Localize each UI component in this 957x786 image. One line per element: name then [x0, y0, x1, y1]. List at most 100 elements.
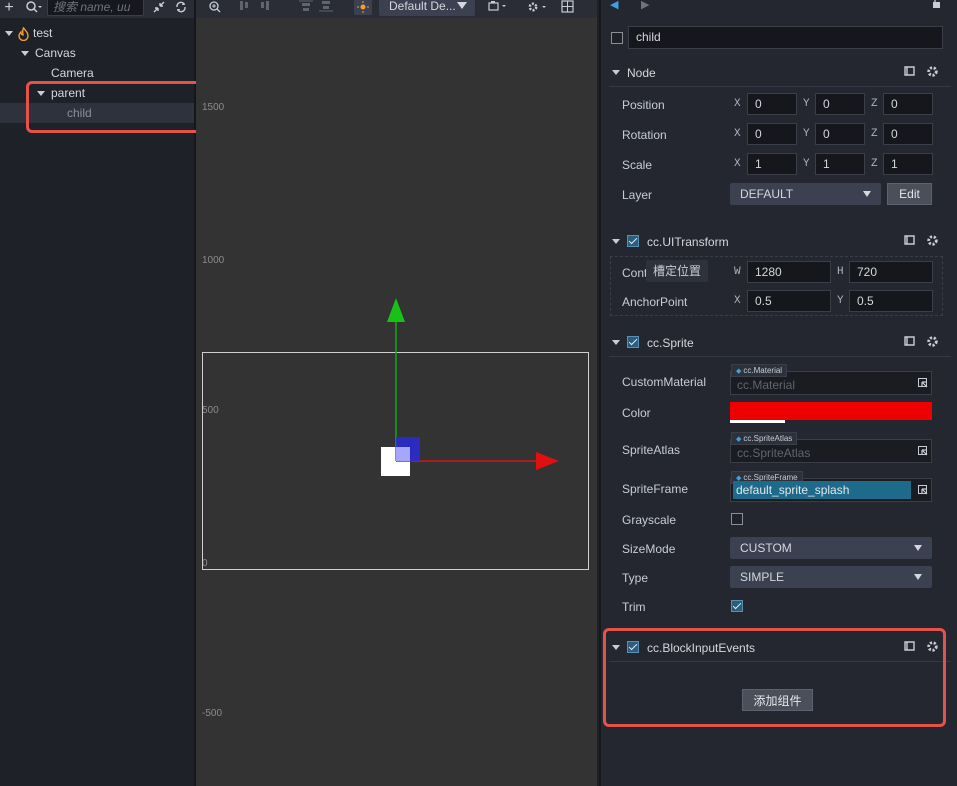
- color-row: Color: [601, 401, 957, 425]
- scale-label: Scale: [622, 158, 653, 172]
- anchor-row: AnchorPoint X 0.5 Y 0.5: [601, 290, 957, 314]
- asset-value: cc.Material: [737, 378, 796, 392]
- tree-label: Canvas: [35, 46, 76, 60]
- asset-picker-icon[interactable]: [918, 378, 928, 391]
- scene-view[interactable]: Default De... 1500 1000 500 0 -500: [196, 0, 597, 786]
- grayscale-checkbox[interactable]: [731, 513, 743, 525]
- sprite-atlas-field[interactable]: cc.SpriteAtlas cc.SpriteAtlas: [730, 432, 932, 463]
- asset-value: default_sprite_splash: [736, 483, 850, 497]
- book-icon[interactable]: [903, 65, 916, 80]
- section-title: cc.Sprite: [647, 336, 694, 350]
- sprite-atlas-row: SpriteAtlas cc.SpriteAtlas cc.SpriteAtla…: [601, 430, 957, 464]
- book-icon[interactable]: [903, 234, 916, 249]
- type-value: SIMPLE: [740, 570, 785, 584]
- uitransform-header[interactable]: cc.UITransform: [601, 229, 957, 255]
- edit-layer-button[interactable]: Edit: [887, 183, 932, 205]
- trim-label: Trim: [622, 600, 646, 614]
- grayscale-label: Grayscale: [622, 513, 677, 527]
- tooltip: 槽定位置: [646, 260, 708, 282]
- gear-icon[interactable]: [926, 65, 939, 81]
- trim-checkbox[interactable]: [731, 600, 743, 612]
- scale-x-field[interactable]: 1: [747, 153, 797, 175]
- collapse-triangle-icon[interactable]: [612, 239, 620, 244]
- refresh-icon[interactable]: [174, 0, 188, 18]
- gear-icon[interactable]: [926, 335, 939, 351]
- section-title: cc.UITransform: [647, 235, 729, 249]
- content-width-field[interactable]: 1280: [747, 261, 831, 283]
- gear-icon[interactable]: [926, 234, 939, 250]
- rotation-z-field[interactable]: 0: [883, 123, 933, 145]
- anchor-y-field[interactable]: 0.5: [849, 290, 933, 312]
- x-arrow-icon: [536, 452, 559, 470]
- scale-row: Scale X 1 Y 1 Z 1: [601, 153, 957, 177]
- rotation-row: Rotation X 0 Y 0 Z 0: [601, 123, 957, 147]
- tree-label: test: [33, 26, 53, 40]
- color-label: Color: [622, 406, 651, 420]
- tree-label: Camera: [51, 66, 94, 80]
- section-title: Node: [627, 66, 656, 80]
- collapse-triangle-icon[interactable]: [612, 340, 620, 345]
- chevron-down-icon: [863, 191, 871, 197]
- type-row: Type SIMPLE: [601, 566, 957, 590]
- position-y-field[interactable]: 0: [815, 93, 865, 115]
- type-select[interactable]: SIMPLE: [730, 566, 932, 588]
- sprite-header[interactable]: cc.Sprite: [601, 330, 957, 356]
- size-mode-select[interactable]: CUSTOM: [730, 537, 932, 559]
- layer-label: Layer: [622, 188, 653, 202]
- asset-value: cc.SpriteAtlas: [737, 446, 811, 460]
- layer-row: Layer DEFAULT Edit: [601, 183, 957, 207]
- y-arrow-icon: [387, 298, 405, 322]
- sprite-atlas-label: SpriteAtlas: [622, 443, 681, 457]
- book-icon[interactable]: [903, 335, 916, 350]
- sprite-frame-label: SpriteFrame: [622, 482, 689, 496]
- scale-z-field[interactable]: 1: [883, 153, 933, 175]
- lock-icon[interactable]: [931, 0, 943, 12]
- size-mode-row: SizeMode CUSTOM: [601, 537, 957, 561]
- custom-material-field[interactable]: cc.Material cc.Material: [730, 364, 932, 395]
- back-arrow-icon[interactable]: ◀: [610, 0, 618, 11]
- layer-select[interactable]: DEFAULT: [730, 183, 881, 205]
- tree-item-test[interactable]: test: [0, 23, 194, 43]
- uitransform-enabled-checkbox[interactable]: [627, 235, 639, 247]
- position-label: Position: [622, 98, 665, 112]
- scene-icon: [18, 23, 29, 43]
- sprite-frame-field[interactable]: cc.SpriteFrame default_sprite_splash: [730, 471, 932, 502]
- color-swatch[interactable]: [730, 402, 932, 420]
- rotation-y-field[interactable]: 0: [815, 123, 865, 145]
- size-mode-label: SizeMode: [622, 542, 676, 556]
- node-section-header[interactable]: Node: [601, 60, 957, 86]
- type-label: Type: [622, 571, 649, 585]
- scale-y-field[interactable]: 1: [815, 153, 865, 175]
- collapse-icon[interactable]: [152, 0, 166, 18]
- add-icon[interactable]: +: [3, 0, 15, 18]
- grayscale-row: Grayscale: [601, 509, 957, 531]
- node-name-input[interactable]: child: [628, 26, 943, 49]
- anchor-x-field[interactable]: 0.5: [747, 290, 831, 312]
- sprite-enabled-checkbox[interactable]: [627, 336, 639, 348]
- search-filter-icon[interactable]: [24, 0, 44, 18]
- node-active-checkbox[interactable]: [611, 32, 623, 44]
- tree-item-camera[interactable]: Camera: [0, 63, 194, 83]
- asset-picker-icon[interactable]: [918, 446, 928, 459]
- content-height-field[interactable]: 720: [849, 261, 933, 283]
- tree-item-canvas[interactable]: Canvas: [0, 43, 194, 63]
- rotation-x-field[interactable]: 0: [747, 123, 797, 145]
- custom-material-label: CustomMaterial: [622, 375, 707, 389]
- hierarchy-toolbar: + 搜索 name, uu: [0, 0, 194, 18]
- trim-row: Trim: [601, 596, 957, 618]
- position-z-field[interactable]: 0: [883, 93, 933, 115]
- chevron-down-icon: [914, 574, 922, 580]
- chevron-down-icon: [914, 545, 922, 551]
- position-row: Position X 0 Y 0 Z 0: [601, 93, 957, 117]
- collapse-triangle-icon[interactable]: [612, 70, 620, 75]
- forward-arrow-icon[interactable]: ▶: [641, 0, 649, 11]
- asset-picker-icon[interactable]: [918, 485, 928, 498]
- custom-material-row: CustomMaterial cc.Material cc.Material: [601, 364, 957, 398]
- search-input[interactable]: 搜索 name, uu: [47, 0, 144, 16]
- layer-value: DEFAULT: [740, 187, 794, 201]
- transform-gizmo[interactable]: [196, 0, 597, 786]
- anchor-label: AnchorPoint: [622, 295, 688, 309]
- asset-type-tag: cc.SpriteAtlas: [731, 432, 798, 445]
- position-x-field[interactable]: 0: [747, 93, 797, 115]
- size-mode-value: CUSTOM: [740, 541, 792, 555]
